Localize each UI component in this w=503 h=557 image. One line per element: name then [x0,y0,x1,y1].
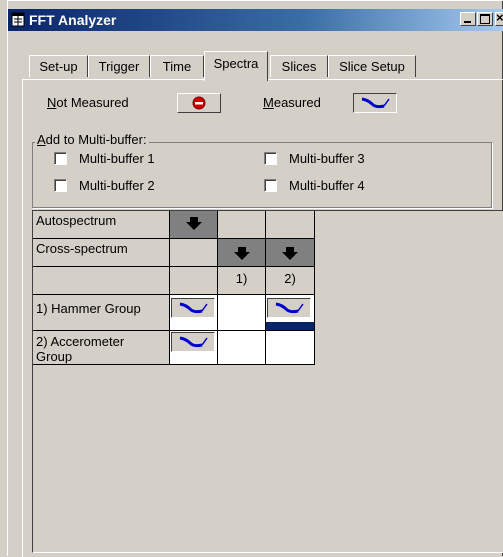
multibuffer-4-checkbox[interactable] [264,179,277,192]
row-label-hammer-group: 1) Hammer Group [33,295,170,331]
cross-accerometer-1-cell[interactable] [218,331,266,365]
tab-slices[interactable]: Slices [270,55,328,77]
grid-cell [266,211,315,239]
minimize-button[interactable] [460,12,476,26]
row-label-accerometer-group: 2) Accerometer Group [33,331,170,365]
auto-accerometer-cell[interactable] [170,331,218,365]
tab-label: Spectra [213,56,259,71]
spectra-grid-area: Autospectrum Cross-spectrum 1) 2) 1) Ham… [32,210,503,553]
cross-hammer-1-cell[interactable] [218,295,266,331]
not-measured-label: Not Measured [47,95,129,110]
column-header-2: 2) [266,267,315,295]
maximize-button[interactable] [477,12,493,26]
not-measured-button[interactable] [177,93,221,113]
tab-label: Trigger [98,59,140,74]
multibuffer-group-title: Add to Multi-buffer: [35,132,149,147]
row-label-cross-spectrum: Cross-spectrum [33,239,170,267]
measured-label: Measured [263,95,321,110]
down-arrow-icon [282,247,298,260]
no-entry-icon [192,96,206,110]
autospectrum-toggle[interactable] [170,211,218,239]
grid-cell [170,239,218,267]
measured-button[interactable] [353,93,397,113]
tab-label: Slices [281,59,317,74]
tab-label: Time [162,59,192,74]
cross-accerometer-2-cell[interactable] [266,331,315,365]
down-arrow-icon [234,247,250,260]
multibuffer-1-checkbox[interactable] [54,152,67,165]
down-arrow-icon [186,217,202,230]
auto-hammer-cell[interactable] [170,295,218,331]
tab-time[interactable]: Time [150,55,204,77]
tab-slice-setup[interactable]: Slice Setup [328,55,416,77]
column-header-1: 1) [218,267,266,295]
curve-icon [275,302,304,314]
tab-trigger[interactable]: Trigger [88,55,150,77]
app-icon [11,12,25,27]
measured-button[interactable] [171,298,215,318]
measured-button[interactable] [171,332,215,352]
curve-icon [361,97,390,109]
multibuffer-3-checkbox[interactable] [264,152,277,165]
tab-spectra[interactable]: Spectra [204,51,268,81]
tab-label: Slice Setup [339,59,405,74]
multibuffer-4-label: Multi-buffer 4 [289,178,365,193]
curve-icon [179,336,208,348]
grid-cell [218,211,266,239]
title-bar[interactable]: FFT Analyzer [8,9,503,31]
multibuffer-2-checkbox[interactable] [54,179,67,192]
close-button[interactable] [495,10,503,26]
multibuffer-2-label: Multi-buffer 2 [79,178,155,193]
cross-hammer-2-cell[interactable] [266,295,315,331]
window-title: FFT Analyzer [29,12,117,28]
selection-indicator [266,322,314,330]
fft-analyzer-window: FFT Analyzer Set-up Trigger Time Spectra… [7,0,503,557]
cross-spectrum-toggle-2[interactable] [266,239,315,267]
curve-icon [179,302,208,314]
row-label-autospectrum: Autospectrum [33,211,170,239]
multibuffer-1-label: Multi-buffer 1 [79,151,155,166]
multibuffer-3-label: Multi-buffer 3 [289,151,365,166]
tab-label: Set-up [39,59,78,74]
measured-button[interactable] [267,298,311,318]
cross-spectrum-toggle-1[interactable] [218,239,266,267]
grid-cell [33,267,170,295]
grid-cell [170,267,218,295]
tab-set-up[interactable]: Set-up [29,55,88,77]
